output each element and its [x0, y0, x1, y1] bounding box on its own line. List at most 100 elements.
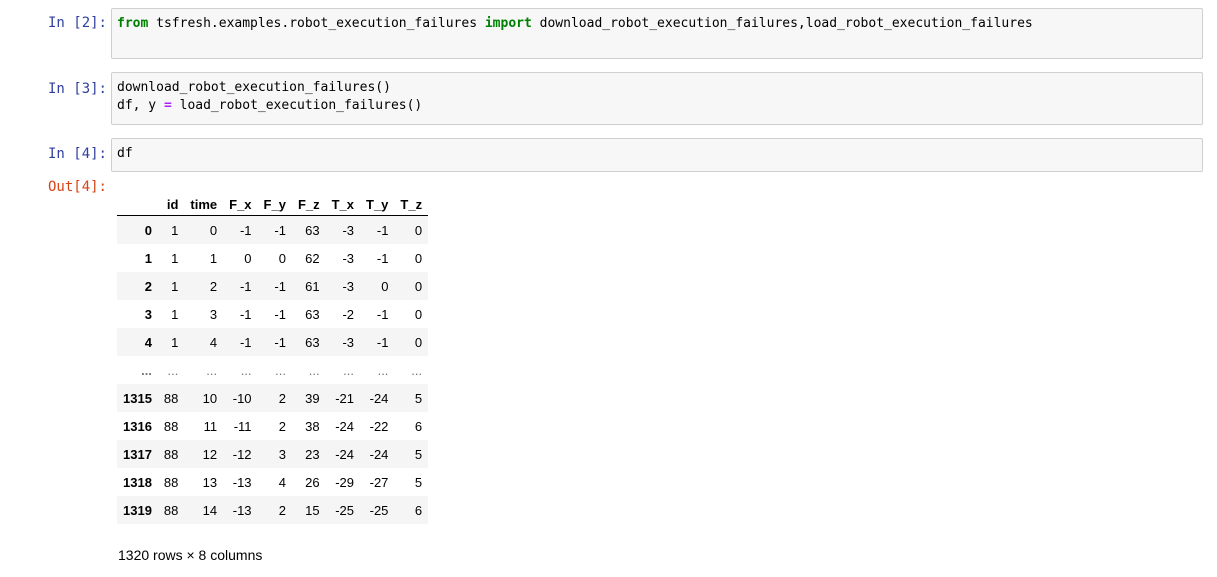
table-cell: -1 [239, 306, 252, 322]
row-index: 1317 [123, 446, 152, 462]
table-row: 4 1 4 -1 -1 63 -3 -1 0 [117, 328, 429, 356]
table-cell: 1 [171, 306, 179, 322]
table-cell: -1 [274, 334, 286, 350]
dataframe-table: id time F_x F_y F_z T_x T_y T_z 0 1 0 -1 -1 63 -3 -1 0 1… [117, 193, 429, 524]
column-header: F_z [291, 193, 326, 216]
table-cell: -1 [376, 222, 389, 238]
table-cell: 88 [163, 502, 179, 518]
column-header: time [184, 193, 224, 216]
row-index: 1316 [123, 418, 152, 434]
table-cell: -1 [376, 250, 389, 266]
table-cell: 38 [305, 418, 320, 434]
table-cell: 12 [202, 446, 218, 462]
table-cell: 6 [414, 418, 423, 434]
table-cell: -25 [335, 502, 355, 518]
column-header: T_z [394, 193, 429, 216]
table-cell: 1 [171, 334, 179, 350]
table-cell: 0 [414, 250, 423, 266]
table-cell: 5 [414, 446, 423, 462]
table-cell: 2 [278, 390, 286, 406]
table-cell: 0 [278, 250, 286, 266]
row-index: 2 [144, 278, 152, 294]
table-cell: 5 [414, 390, 423, 406]
table-cell: -13 [232, 502, 252, 518]
table-cell: 26 [305, 474, 320, 490]
input-prompt: In [3]: [47, 81, 107, 97]
table-cell: 63 [305, 222, 320, 238]
input-prompt: In [2]: [47, 15, 107, 31]
code-line: df [117, 146, 133, 161]
column-header: T_x [325, 193, 361, 216]
table-row: 3 1 3 -1 -1 63 -2 -1 0 [117, 300, 428, 328]
table-cell: -24 [369, 390, 389, 406]
row-index: 1 [144, 250, 152, 266]
table-cell: -24 [369, 446, 389, 462]
table-cell: 2 [278, 502, 286, 518]
code-line-part: df, y [117, 98, 164, 113]
input-prompt: In [4]: [47, 146, 107, 162]
keyword-import: import [484, 16, 532, 31]
code-input[interactable]: download_robot_execution_failures() df, … [111, 72, 1203, 125]
table-cell: -3 [342, 334, 355, 350]
table-cell: -29 [335, 474, 355, 490]
table-cell: -11 [233, 418, 252, 434]
table-row: 2 1 2 -1 -1 61 -3 0 0 [117, 272, 429, 300]
table-cell: -21 [335, 390, 355, 406]
table-row: 1315 88 10 -10 2 39 -21 -24 5 [117, 384, 429, 412]
table-cell: 63 [305, 306, 320, 322]
table-cell: 61 [305, 278, 320, 294]
table-cell: 2 [209, 278, 218, 294]
table-cell: -12 [232, 446, 252, 462]
table-cell: -1 [274, 278, 286, 294]
row-index: 0 [144, 222, 152, 238]
code-line-part: load_robot_execution_failures() [171, 98, 423, 113]
table-row: ........................... [117, 356, 428, 384]
row-index: 1315 [123, 390, 152, 406]
table-row: 1316 88 11 -11 2 38 -24 -22 6 [117, 412, 428, 440]
imported-names: download_robot_execution_failures,load_r… [531, 16, 1033, 31]
code-input[interactable]: from tsfresh.examples.robot_execution_fa… [111, 8, 1203, 59]
output-prompt: Out[4]: [47, 179, 107, 195]
code-input[interactable]: df [111, 138, 1203, 172]
table-cell: 10 [202, 390, 218, 406]
table-cell: -3 [342, 250, 355, 266]
table-cell: -10 [232, 390, 252, 406]
table-cell: 5 [414, 474, 423, 490]
table-cell: ... [206, 362, 218, 378]
table-cell: 0 [414, 306, 423, 322]
table-cell: ... [411, 362, 423, 378]
table-cell: 1 [209, 250, 218, 266]
table-cell: -1 [274, 306, 286, 322]
row-index: 1318 [123, 474, 152, 490]
table-cell: ... [343, 362, 355, 378]
table-cell: ... [377, 362, 389, 378]
table-cell: -1 [239, 334, 252, 350]
column-header: T_y [360, 193, 395, 216]
table-cell: 0 [414, 334, 423, 350]
table-cell: ... [167, 362, 179, 378]
table-cell: 1 [171, 278, 179, 294]
row-index: 4 [144, 334, 152, 350]
table-cell: ... [308, 362, 320, 378]
table-cell: ... [275, 362, 286, 378]
module-name: tsfresh.examples.robot_execution_failure… [148, 16, 485, 31]
table-cell: 23 [305, 446, 320, 462]
table-cell: 6 [414, 502, 423, 518]
table-cell: 88 [163, 474, 179, 490]
table-cell: -25 [369, 502, 389, 518]
table-cell: 4 [278, 474, 286, 490]
table-row: 1318 88 13 -13 4 26 -29 -27 5 [117, 468, 428, 496]
table-header-row: id time F_x F_y F_z T_x T_y T_z [117, 193, 429, 216]
table-cell: 0 [244, 250, 252, 266]
table-cell: 88 [163, 390, 179, 406]
column-header: F_y [257, 193, 292, 216]
table-cell: 4 [209, 334, 218, 350]
table-cell: -13 [232, 474, 252, 490]
assign-operator: = [163, 98, 172, 113]
table-cell: 11 [203, 418, 218, 434]
dataframe-shape: 1320 rows × 8 columns [118, 547, 263, 563]
table-cell: -3 [342, 222, 355, 238]
column-header: F_x [223, 193, 258, 216]
table-cell: 88 [163, 418, 179, 434]
table-cell: -1 [274, 222, 286, 238]
